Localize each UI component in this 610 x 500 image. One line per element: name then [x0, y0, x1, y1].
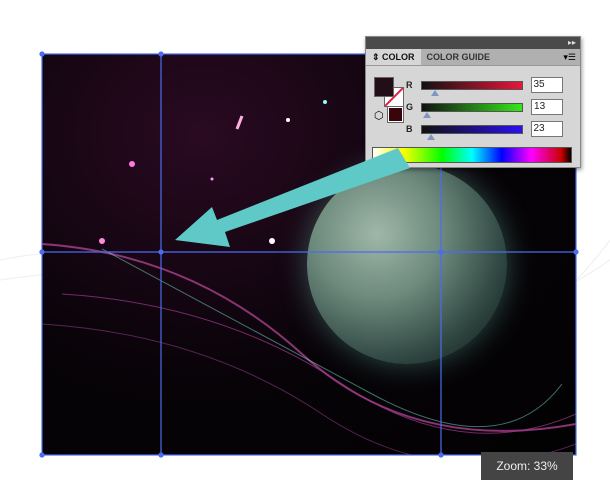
color-panel: ▸▸ ⇕ COLOR COLOR GUIDE ▾☰ ⬡ R 35 G 13 B 23	[365, 36, 581, 168]
b-input[interactable]: 23	[530, 121, 563, 137]
g-label: G	[406, 102, 414, 112]
slider-r: R 35	[406, 77, 563, 96]
planet	[307, 164, 507, 364]
r-input[interactable]: 35	[530, 77, 563, 93]
g-input[interactable]: 13	[531, 99, 564, 115]
g-thumb[interactable]	[423, 111, 432, 118]
web-safe-swatch[interactable]	[387, 106, 404, 123]
r-label: R	[406, 80, 413, 90]
b-slider[interactable]	[420, 124, 523, 140]
r-thumb[interactable]	[431, 89, 440, 96]
slider-g: G 13	[406, 99, 564, 118]
color-spectrum[interactable]	[372, 147, 572, 163]
out-of-gamut-cube-icon[interactable]: ⬡	[374, 109, 384, 122]
fill-swatch[interactable]	[374, 77, 394, 97]
g-slider[interactable]	[421, 102, 524, 118]
r-slider[interactable]	[420, 80, 523, 96]
b-label: B	[406, 124, 413, 134]
tab-color-guide[interactable]: COLOR GUIDE	[421, 49, 497, 65]
slider-b: B 23	[406, 121, 563, 140]
zoom-indicator: Zoom: 33%	[481, 452, 573, 480]
panel-collapse-button[interactable]: ▸▸	[366, 37, 580, 49]
tab-color-label: COLOR	[382, 52, 415, 62]
panel-menu-icon[interactable]: ▾☰	[563, 49, 580, 65]
tab-color[interactable]: ⇕ COLOR	[366, 49, 421, 65]
b-thumb[interactable]	[426, 133, 435, 140]
